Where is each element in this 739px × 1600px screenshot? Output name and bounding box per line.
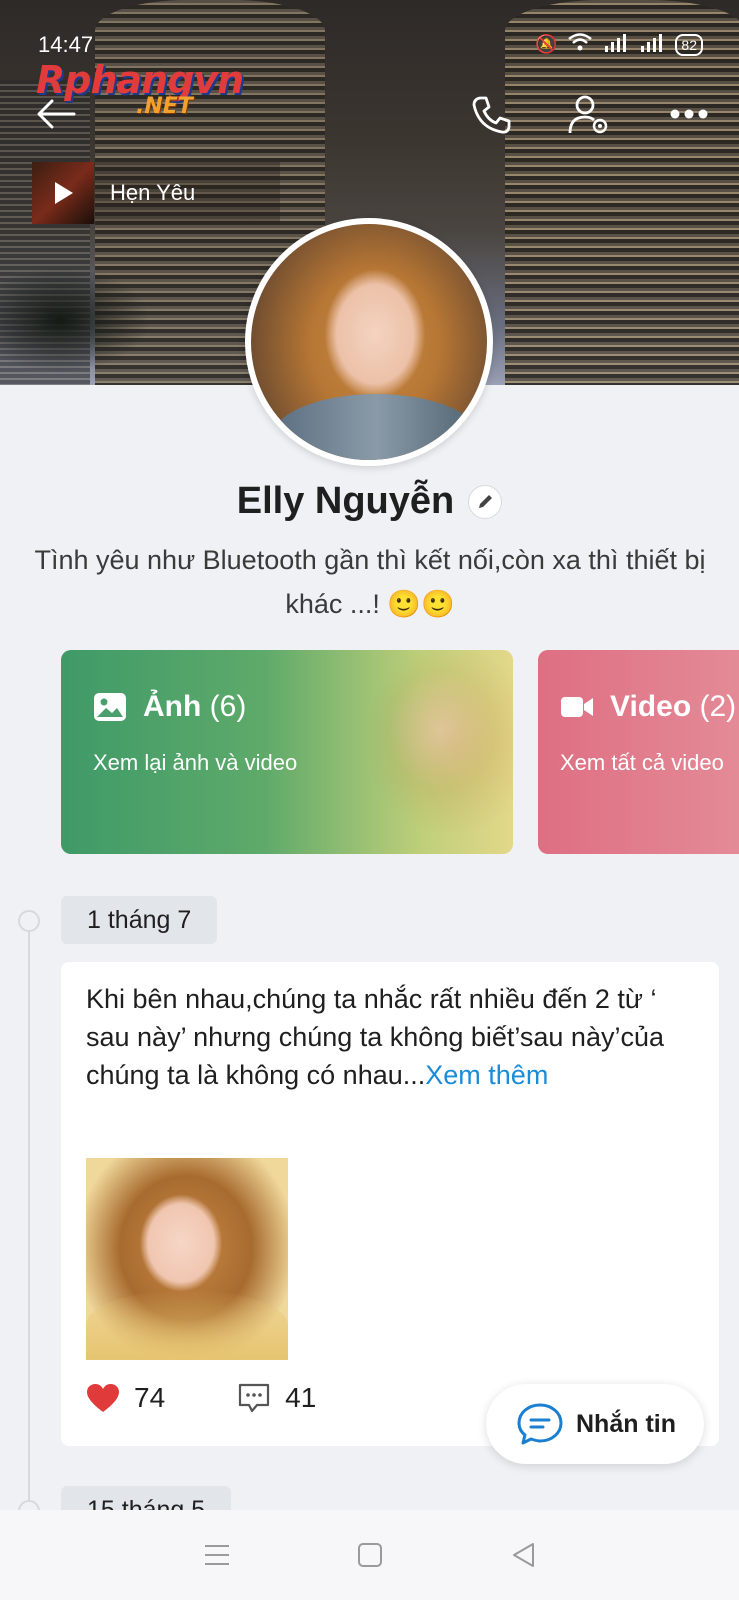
phone-icon (472, 96, 511, 134)
pencil-icon (479, 494, 493, 508)
profile-bio: Tình yêu như Bluetooth gần thì kết nối,c… (34, 545, 706, 619)
play-icon (55, 182, 73, 204)
photos-card-count: (6) (209, 690, 247, 723)
wifi-icon (567, 32, 593, 57)
more-button[interactable] (664, 94, 714, 134)
post-text: Khi bên nhau,chúng ta nhắc rất nhiều đến… (86, 980, 696, 1094)
heart-icon (87, 1384, 119, 1412)
post-image[interactable] (86, 1158, 288, 1360)
avatar[interactable] (245, 218, 493, 466)
videos-card-count: (2) (699, 690, 737, 723)
menu-icon (204, 1545, 229, 1565)
image-icon (94, 693, 126, 721)
person-settings-icon (568, 95, 608, 134)
profile-settings-button[interactable] (564, 90, 614, 140)
system-nav-bar (0, 1510, 739, 1600)
photos-card-header: Ảnh (6) (93, 690, 246, 724)
signal-icon-2 (639, 32, 665, 57)
cover-tree (0, 230, 220, 385)
status-bar: 14:47 🔕 82 (0, 28, 739, 62)
timeline-line (28, 920, 30, 1500)
timeline-date: 1 tháng 7 (61, 896, 218, 944)
post-body: Khi bên nhau,chúng ta nhắc rất nhiều đến… (86, 984, 664, 1090)
timeline-post[interactable]: Khi bên nhau,chúng ta nhắc rất nhiều đến… (61, 962, 719, 1446)
call-button[interactable] (466, 90, 516, 140)
home-button[interactable] (350, 1535, 390, 1575)
video-camera-icon (561, 697, 593, 717)
battery-indicator: 82 (675, 33, 703, 56)
status-icons: 🔕 82 (535, 32, 703, 57)
like-button[interactable]: 74 (86, 1382, 165, 1414)
photos-card-title: Ảnh (143, 690, 202, 723)
back-triangle-icon (512, 1543, 534, 1567)
comment-count: 41 (285, 1382, 317, 1413)
avatar-shirt (271, 394, 481, 460)
post-image-shirt (86, 1290, 288, 1360)
timeline-dot (18, 910, 40, 932)
status-time: 14:47 (38, 32, 94, 57)
more-icon (670, 109, 708, 119)
back-arrow-icon (37, 99, 76, 129)
comment-button[interactable]: 41 (237, 1382, 316, 1414)
profile-music[interactable]: Hẹn Yêu (32, 162, 280, 224)
videos-card-header: Video (2) (560, 690, 736, 724)
photos-card[interactable]: Ảnh (6) Xem lại ảnh và video (61, 650, 513, 854)
music-title: Hẹn Yêu (110, 180, 196, 205)
recent-apps-button[interactable] (197, 1535, 237, 1575)
back-button[interactable] (34, 92, 78, 136)
back-system-button[interactable] (503, 1535, 543, 1575)
like-count: 74 (134, 1382, 166, 1413)
message-button-label: Nhắn tin (576, 1409, 676, 1438)
mute-icon: 🔕 (535, 34, 558, 54)
see-more-link[interactable]: Xem thêm (425, 1060, 548, 1090)
videos-card[interactable]: Video (2) Xem tất cả video (538, 650, 739, 854)
photos-card-preview (341, 650, 513, 854)
signal-icon-1 (603, 32, 629, 57)
edit-profile-button[interactable] (468, 484, 503, 519)
photos-card-subtitle: Xem lại ảnh và video (93, 750, 298, 775)
videos-card-title: Video (610, 690, 692, 723)
comment-icon (239, 1383, 270, 1413)
profile-name-row: Elly Nguyễn (0, 480, 739, 523)
post-actions: 74 41 (86, 1382, 316, 1414)
chat-bubble-icon (517, 1403, 563, 1445)
music-thumbnail (32, 162, 94, 224)
profile-name: Elly Nguyễn (236, 480, 455, 522)
media-cards: Ảnh (6) Xem lại ảnh và video Video (2) X… (0, 650, 739, 854)
message-button[interactable]: Nhắn tin (486, 1384, 704, 1464)
videos-card-subtitle: Xem tất cả video (560, 750, 724, 775)
home-square-icon (357, 1543, 382, 1567)
